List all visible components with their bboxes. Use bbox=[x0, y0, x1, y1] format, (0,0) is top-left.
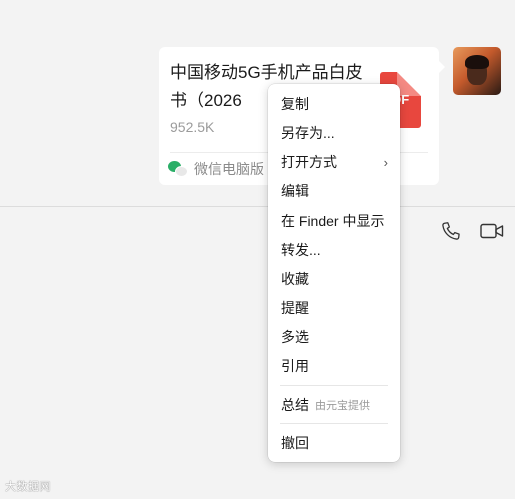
chevron-right-icon: › bbox=[383, 155, 388, 170]
bubble-tail bbox=[439, 61, 445, 73]
menu-item-edit[interactable]: 编辑 bbox=[268, 178, 400, 204]
avatar[interactable] bbox=[453, 47, 501, 95]
menu-item-show-in-finder[interactable]: 在 Finder 中显示 bbox=[268, 208, 400, 234]
menu-separator bbox=[280, 423, 388, 424]
menu-item-recall[interactable]: 撤回 bbox=[268, 430, 400, 456]
menu-item-save-as[interactable]: 另存为... bbox=[268, 120, 400, 146]
context-menu: 复制 另存为... 打开方式 › 编辑 在 Finder 中显示 转发... 收… bbox=[268, 84, 400, 462]
phone-icon[interactable] bbox=[440, 220, 462, 242]
file-size: 952.5K bbox=[170, 119, 215, 135]
menu-item-forward[interactable]: 转发... bbox=[268, 237, 400, 263]
menu-item-summarize[interactable]: 总结 由元宝提供 bbox=[268, 392, 400, 418]
watermark: 大数据网 bbox=[5, 481, 51, 493]
source-row: 微信电脑版 bbox=[168, 160, 264, 178]
menu-item-copy[interactable]: 复制 bbox=[268, 91, 400, 117]
video-call-icon[interactable] bbox=[480, 222, 504, 240]
chat-message-area: 中国移动5G手机产品白皮书（2026 952.5K DF 微信电脑版 bbox=[0, 0, 515, 206]
menu-separator bbox=[280, 385, 388, 386]
wechat-icon bbox=[168, 161, 188, 177]
message-input-area[interactable] bbox=[0, 207, 515, 499]
source-label: 微信电脑版 bbox=[194, 161, 264, 177]
summarize-provider-label: 由元宝提供 bbox=[315, 400, 370, 412]
menu-item-quote[interactable]: 引用 bbox=[268, 353, 400, 379]
menu-item-favorite[interactable]: 收藏 bbox=[268, 266, 400, 292]
menu-item-open-with[interactable]: 打开方式 › bbox=[268, 149, 400, 175]
menu-item-multi-select[interactable]: 多选 bbox=[268, 324, 400, 350]
menu-item-remind[interactable]: 提醒 bbox=[268, 295, 400, 321]
